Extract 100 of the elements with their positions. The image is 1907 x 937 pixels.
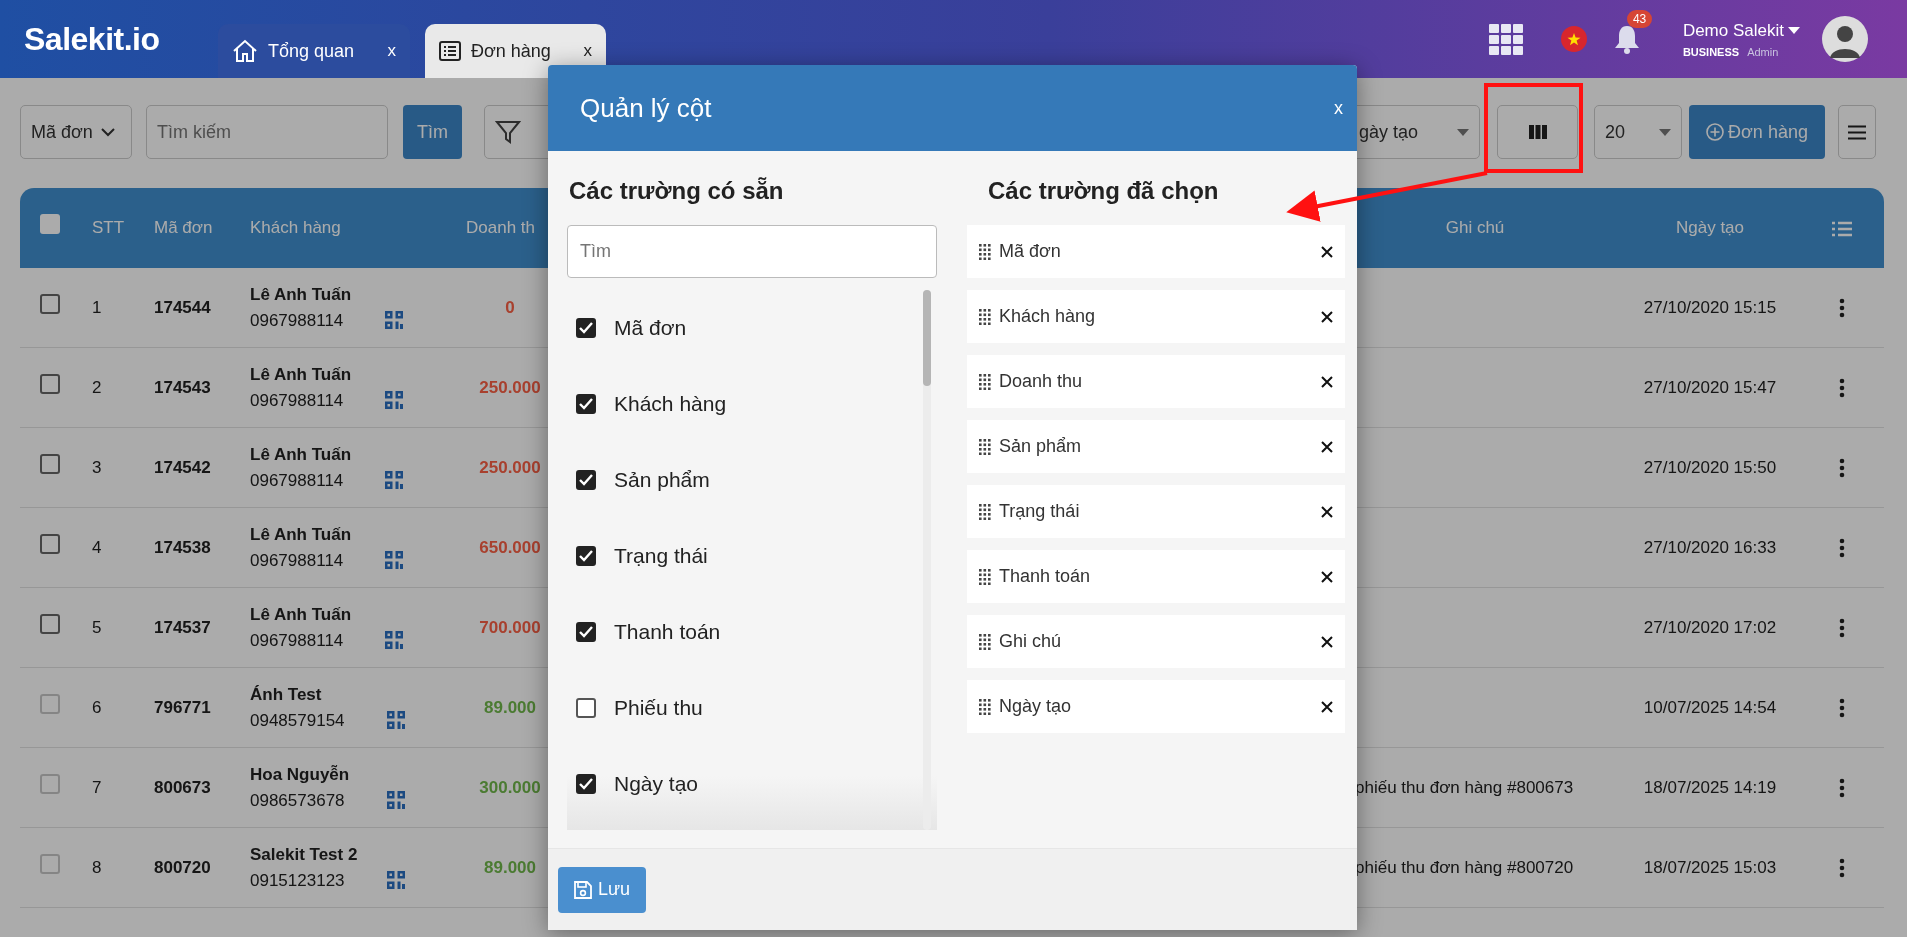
row-checkbox[interactable] (40, 293, 60, 314)
qr-code-icon[interactable] (385, 551, 404, 570)
more-icon[interactable] (1839, 618, 1845, 639)
page-tab[interactable]: Đơn hàng x (425, 24, 606, 78)
caret-icon[interactable] (1788, 26, 1800, 35)
drag-handle-icon[interactable] (979, 243, 991, 260)
close-icon[interactable] (1321, 375, 1333, 388)
user-name[interactable]: Demo Salekit (1682, 18, 1784, 44)
qr-code-icon[interactable] (385, 391, 404, 410)
field-label[interactable]: Ngày tạo (614, 768, 699, 800)
customer-name[interactable]: Lê Anh Tuấn (250, 602, 439, 628)
columns-button[interactable] (1497, 105, 1578, 159)
customer-name[interactable]: Lê Anh Tuấn (250, 282, 439, 308)
select-all-checkbox[interactable] (40, 214, 60, 235)
field-label[interactable]: Khách hàng (614, 388, 727, 420)
close-button[interactable]: x (387, 38, 396, 64)
order-code[interactable]: 174537 (154, 617, 211, 637)
caret-icon (1457, 128, 1469, 136)
avatar[interactable] (1822, 16, 1868, 62)
more-icon[interactable] (1839, 378, 1845, 399)
close-icon[interactable] (1321, 245, 1333, 258)
table-cell: 4 (92, 537, 102, 557)
more-icon[interactable] (1839, 778, 1845, 799)
date-text: 27/10/2020 17:02 (1643, 617, 1777, 637)
checkbox[interactable] (576, 470, 596, 490)
qr-code-icon[interactable] (386, 871, 405, 890)
apps-grid-icon[interactable] (1488, 23, 1523, 55)
close-icon[interactable] (1321, 440, 1333, 453)
order-code[interactable]: 174543 (154, 377, 211, 397)
close-icon[interactable] (1321, 635, 1333, 648)
customer-name[interactable]: Lê Anh Tuấn (250, 522, 439, 548)
drag-handle-icon[interactable] (979, 308, 991, 325)
close-icon[interactable] (1321, 505, 1333, 518)
drag-handle-icon[interactable] (979, 373, 991, 390)
revenue-amount: 89.000 (484, 857, 536, 877)
order-code[interactable]: 174544 (154, 297, 211, 317)
row-checkbox[interactable] (40, 373, 60, 394)
checkbox[interactable] (576, 546, 596, 566)
user-role: Admin (1747, 44, 1779, 60)
field-label[interactable]: Thanh toán (614, 616, 721, 648)
selected-field[interactable]: Trạng thái (967, 485, 1345, 538)
selected-field[interactable]: Khách hàng (967, 290, 1345, 343)
table-cell: 8 (92, 857, 102, 877)
checkbox[interactable] (576, 318, 596, 338)
drag-handle-icon[interactable] (979, 633, 991, 650)
drag-handle-icon[interactable] (979, 438, 991, 455)
customer-name[interactable]: Lê Anh Tuấn (250, 442, 439, 468)
date-text: 27/10/2020 15:50 (1643, 457, 1777, 477)
selected-field[interactable]: Thanh toán (967, 550, 1345, 603)
qr-code-icon[interactable] (385, 471, 404, 490)
row-checkbox[interactable] (40, 533, 60, 554)
qr-code-icon[interactable] (385, 311, 404, 330)
checkbox[interactable] (576, 774, 596, 794)
field-label[interactable]: Phiếu thu (614, 692, 703, 724)
order-code[interactable]: 174542 (154, 457, 211, 477)
more-icon[interactable] (1839, 698, 1845, 719)
more-icon[interactable] (1839, 458, 1845, 479)
menu-button[interactable] (1838, 105, 1876, 159)
bell-icon[interactable] (1612, 24, 1641, 54)
list-icon[interactable] (1832, 220, 1852, 237)
order-code[interactable]: 174538 (154, 537, 211, 557)
drag-handle-icon[interactable] (979, 503, 991, 520)
selected-field[interactable]: Sản phẩm (967, 420, 1345, 473)
table-cell: 5 (92, 617, 102, 637)
plus-circle-icon (1706, 123, 1725, 141)
close-icon[interactable] (1321, 310, 1333, 323)
drag-handle-icon[interactable] (979, 568, 991, 585)
selected-field[interactable]: Ngày tạo (967, 680, 1345, 733)
page-tab[interactable]: Tổng quan x (218, 24, 410, 78)
close-icon[interactable] (1321, 700, 1333, 713)
phone-number: 0967988114 (250, 549, 344, 572)
more-icon[interactable] (1839, 298, 1845, 319)
checkbox[interactable] (576, 394, 596, 414)
search-field[interactable]: Tìm kiếm (146, 105, 388, 159)
page-size-select[interactable]: 20 (1594, 105, 1682, 159)
search-by-select[interactable]: Mã đơn (20, 105, 132, 159)
search-field[interactable]: Tìm (567, 225, 937, 278)
close-icon[interactable] (1321, 570, 1333, 583)
scrollbar[interactable] (923, 290, 931, 830)
more-icon[interactable] (1839, 858, 1845, 879)
selected-field[interactable]: Doanh thu (967, 355, 1345, 408)
close-button[interactable]: x (583, 38, 592, 64)
filter-icon (495, 119, 521, 145)
flag-icon[interactable] (1560, 26, 1587, 52)
close-button[interactable]: x (1334, 94, 1343, 122)
drag-handle-icon[interactable] (979, 698, 991, 715)
field-label[interactable]: Mã đơn (614, 312, 687, 344)
checkbox[interactable] (576, 622, 596, 642)
field-label[interactable]: Trạng thái (614, 540, 708, 572)
row-checkbox[interactable] (40, 453, 60, 474)
qr-code-icon[interactable] (386, 791, 405, 810)
row-checkbox[interactable] (40, 613, 60, 634)
field-label[interactable]: Sản phẩm (614, 464, 710, 496)
qr-code-icon[interactable] (386, 711, 405, 730)
checkbox[interactable] (576, 698, 596, 718)
selected-field[interactable]: Mã đơn (967, 225, 1345, 278)
selected-field[interactable]: Ghi chú (967, 615, 1345, 668)
customer-name[interactable]: Lê Anh Tuấn (250, 362, 439, 388)
qr-code-icon[interactable] (385, 631, 404, 650)
more-icon[interactable] (1839, 538, 1845, 559)
